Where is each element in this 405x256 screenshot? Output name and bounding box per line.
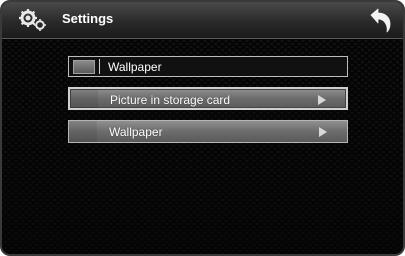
- wallpaper-section-header: Wallpaper: [68, 56, 348, 77]
- settings-gears-icon: [19, 9, 46, 31]
- wallpaper-thumbnail-icon: [73, 60, 95, 74]
- picture-in-storage-card-button[interactable]: Picture in storage card: [68, 87, 348, 110]
- title-bar: Settings: [2, 2, 403, 39]
- page-title: Settings: [62, 11, 114, 26]
- option-label: Picture in storage card: [110, 93, 231, 107]
- device-screen: Settings Wallpaper Picture in storage ca…: [0, 0, 405, 256]
- chevron-right-icon: [319, 127, 327, 137]
- section-title: Wallpaper: [108, 60, 162, 74]
- row-stripe: [70, 89, 98, 108]
- back-arrow-icon[interactable]: [365, 6, 393, 34]
- row-stripe: [69, 121, 97, 142]
- wallpaper-option-button[interactable]: Wallpaper: [68, 120, 348, 143]
- chevron-right-icon: [318, 95, 326, 105]
- divider: [99, 59, 100, 74]
- option-label: Wallpaper: [109, 125, 163, 139]
